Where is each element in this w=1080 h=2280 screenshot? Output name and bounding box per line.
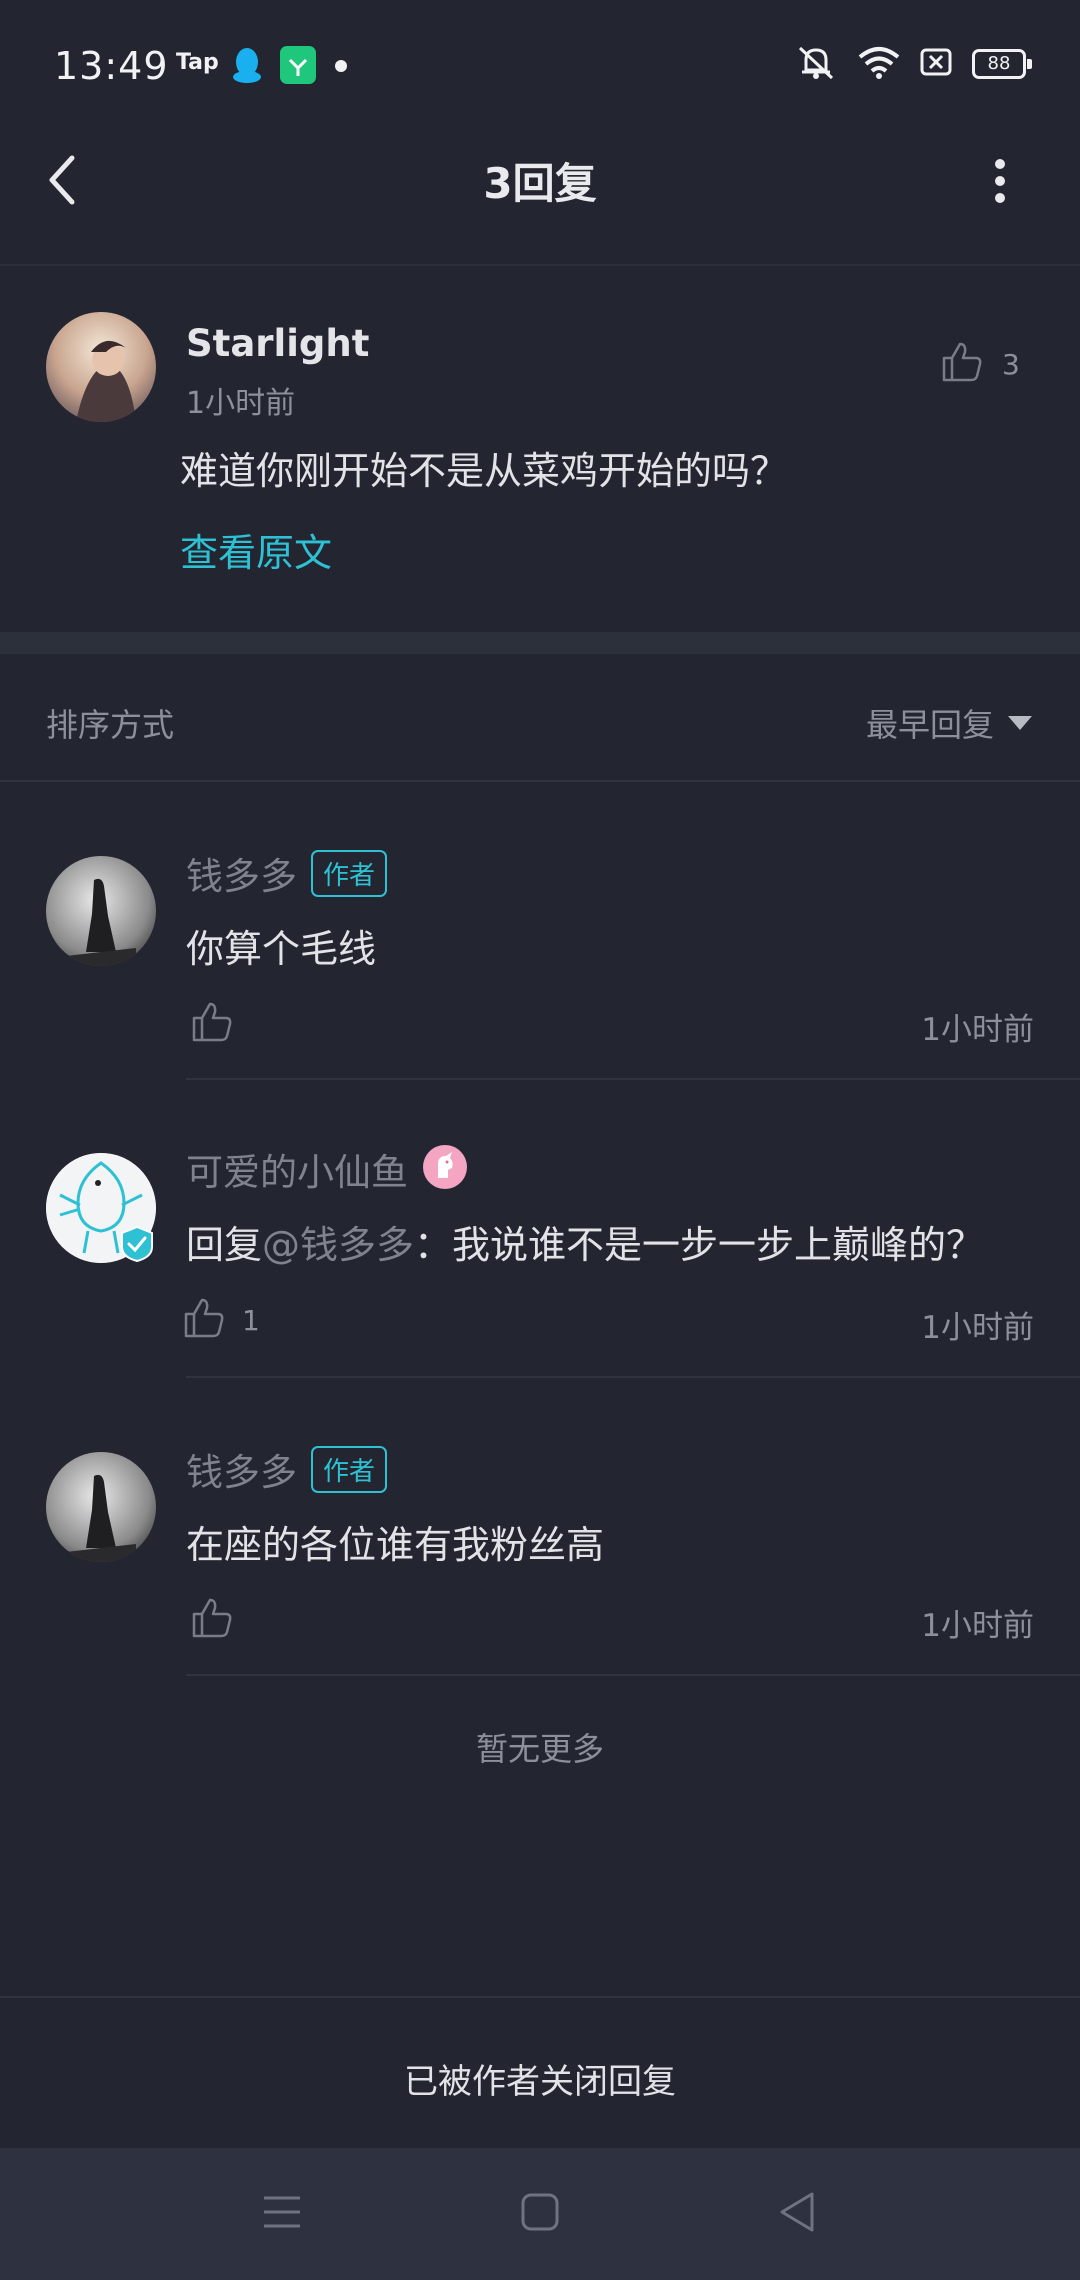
reply-avatar[interactable] <box>46 1452 156 1562</box>
reply-avatar[interactable] <box>46 1153 156 1263</box>
tap-icon: Tap <box>176 50 219 75</box>
op-author[interactable]: Starlight <box>186 322 369 365</box>
status-time: 13:49 <box>54 44 169 88</box>
reply-content: 在座的各位谁有我粉丝高 <box>186 1523 605 1567</box>
sort-divider <box>0 780 1080 782</box>
reply-time: 1小时前 <box>921 1012 1034 1048</box>
system-nav-bar <box>0 2148 1080 2280</box>
reply-text: ：我说谁不是一步一步上巅峰的？ <box>414 1223 985 1267</box>
page-title: 3回复 <box>483 159 597 208</box>
reply-time: 1小时前 <box>921 1608 1034 1644</box>
more-icon[interactable] <box>980 158 1020 204</box>
thumbs-up-icon <box>190 1596 234 1644</box>
reply-like-button[interactable] <box>190 1596 234 1644</box>
thumbs-up-icon <box>940 340 984 388</box>
home-icon[interactable] <box>520 2192 560 2236</box>
op-like-button[interactable]: 3 <box>940 340 1020 388</box>
reply-divider <box>186 1674 1080 1676</box>
back-triangle-icon[interactable] <box>776 2190 816 2238</box>
qq-icon <box>232 46 262 86</box>
caret-down-icon <box>1008 716 1032 730</box>
author-badge: 作者 <box>311 849 388 897</box>
reply-divider <box>186 1078 1080 1080</box>
reply-like-count: 1 <box>242 1303 260 1337</box>
reply-avatar[interactable] <box>46 856 156 966</box>
mute-icon <box>794 42 838 86</box>
reply-like-button[interactable] <box>190 1000 234 1048</box>
battery-icon: 88 <box>972 49 1032 79</box>
reply-content: 回复@钱多多：我说谁不是一步一步上巅峰的？ <box>186 1214 984 1269</box>
sort-label: 排序方式 <box>46 706 175 744</box>
sort-dropdown[interactable]: 最早回复 <box>866 700 1032 746</box>
view-original-link[interactable]: 查看原文 <box>180 522 332 577</box>
thumbs-up-icon <box>182 1296 226 1344</box>
op-content: 难道你刚开始不是从菜鸡开始的吗？ <box>180 449 789 493</box>
reply-author[interactable]: 钱多多 <box>186 846 297 900</box>
wifi-icon <box>858 45 900 83</box>
op-time: 1小时前 <box>186 386 296 421</box>
sort-selected: 最早回复 <box>865 706 994 744</box>
no-sim-icon <box>920 46 952 82</box>
reply-content: 你算个毛线 <box>186 927 377 971</box>
reply-author[interactable]: 钱多多 <box>186 1442 297 1496</box>
unicorn-badge-icon <box>422 1144 468 1194</box>
reply-time: 1小时前 <box>921 1310 1034 1346</box>
reply-author[interactable]: 可爱的小仙鱼 <box>186 1142 408 1196</box>
op-avatar[interactable] <box>46 312 156 422</box>
author-badge: 作者 <box>311 1445 388 1493</box>
section-divider <box>0 632 1080 654</box>
mention-link[interactable]: @钱多多 <box>262 1223 414 1267</box>
reply-prefix: 回复 <box>186 1223 263 1267</box>
thumbs-up-icon <box>190 1000 234 1048</box>
reply-divider <box>186 1376 1080 1378</box>
wechat-icon <box>280 46 316 84</box>
verified-icon <box>118 1225 156 1263</box>
reply-header: 钱多多 作者 <box>186 846 388 900</box>
no-more-label: 暂无更多 <box>475 1730 604 1768</box>
reply-like-button[interactable]: 1 <box>182 1296 260 1344</box>
closed-notice: 已被作者关闭回复 <box>404 2062 676 2102</box>
notification-dot-icon <box>335 60 347 72</box>
op-like-count: 3 <box>1002 347 1020 381</box>
reply-header: 钱多多 作者 <box>186 1442 388 1496</box>
menu-icon[interactable] <box>262 2192 302 2236</box>
status-icons: 88 <box>794 42 1032 86</box>
reply-header: 可爱的小仙鱼 <box>186 1142 468 1196</box>
